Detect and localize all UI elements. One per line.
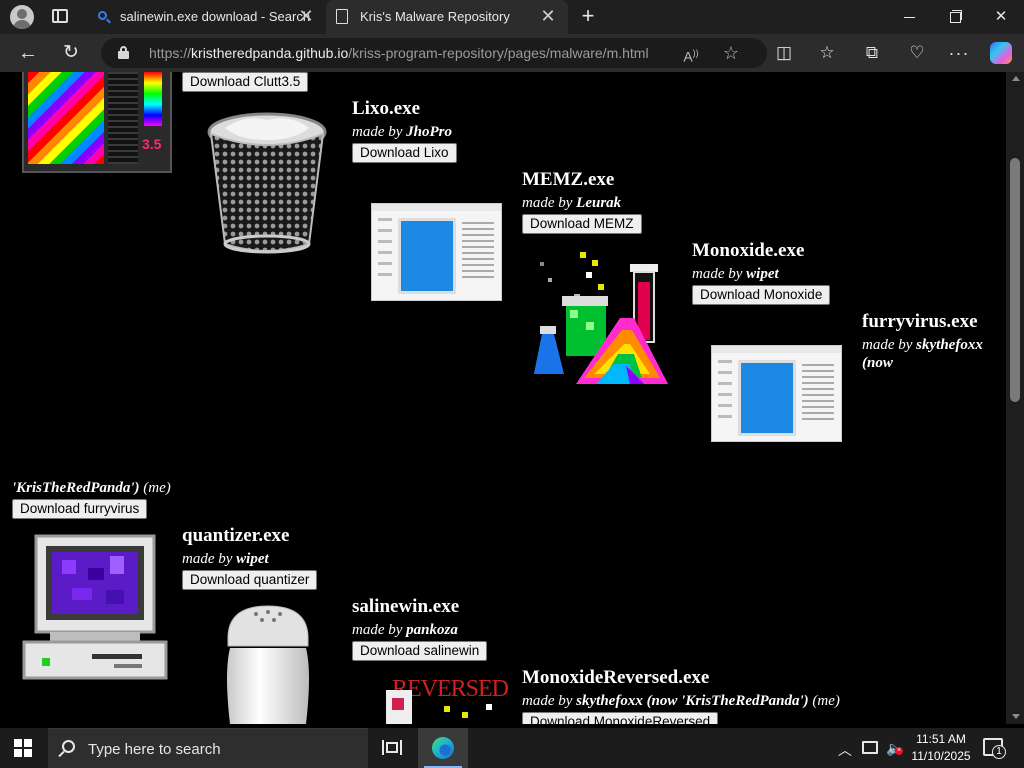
- browser-essentials-icon[interactable]: ♡: [906, 42, 928, 64]
- trash-bin-icon: [205, 110, 329, 254]
- title-bar: salinewin.exe download - Search ✕ Kris's…: [0, 0, 1024, 34]
- entry-author-salinewin: made by pankoza: [352, 622, 458, 638]
- entry-author-monoxidereversed: made by skythefoxx (now 'KrisTheRedPanda…: [522, 693, 840, 709]
- restore-button[interactable]: [932, 0, 978, 34]
- entry-title-salinewin: salinewin.exe: [352, 596, 460, 617]
- download-monoxide-button[interactable]: Download Monoxide: [692, 285, 831, 305]
- system-clock[interactable]: 11:51 AM 11/10/2025: [906, 731, 976, 765]
- entry-title-memz: MEMZ.exe: [522, 169, 615, 190]
- entry-title-furryvirus: furryvirus.exe: [862, 311, 978, 332]
- download-furryvirus-button[interactable]: Download furryvirus: [12, 499, 148, 519]
- taskbar-search-placeholder: Type here to search: [88, 741, 221, 758]
- show-hidden-icons-chevron-icon[interactable]: ︿: [838, 740, 852, 760]
- entry-author-furryvirus-note-wrap: 'KrisTheRedPanda') (me): [12, 480, 171, 496]
- scroll-up-arrow-icon[interactable]: [1012, 76, 1020, 81]
- monoxide-flasks-icon: [534, 248, 670, 392]
- more-options-icon[interactable]: ···: [948, 42, 970, 64]
- network-icon[interactable]: [862, 741, 878, 754]
- scroll-thumb[interactable]: [1010, 158, 1020, 402]
- tab-search[interactable]: salinewin.exe download - Search ✕: [86, 0, 326, 34]
- notification-count-badge: 1: [992, 745, 1006, 759]
- download-monoxidereversed-button[interactable]: Download MonoxideReversed: [522, 712, 719, 724]
- search-icon: [98, 11, 107, 20]
- windows-start-icon[interactable]: [14, 739, 32, 757]
- tab-title: Kris's Malware Repository: [360, 9, 510, 24]
- taskbar: Type here to search ︿ 🔈 × 11:51 AM 11/10…: [0, 728, 1024, 768]
- memz-window-icon: [371, 203, 502, 301]
- computer-icon: [22, 534, 168, 680]
- entry-author-furryvirus-note: (now: [862, 355, 893, 371]
- entry-title-monoxidereversed: MonoxideReversed.exe: [522, 667, 710, 688]
- page-icon: [336, 9, 348, 24]
- back-arrow-icon[interactable]: ←: [16, 41, 40, 65]
- close-window-button[interactable]: ✕: [978, 0, 1024, 34]
- tab-actions-icon[interactable]: [50, 7, 70, 27]
- browser-toolbar: ← ↻ https://kristheredpanda.github.io/kr…: [0, 34, 1024, 72]
- download-salinewin-button[interactable]: Download salinewin: [352, 641, 488, 661]
- copilot-icon[interactable]: [990, 42, 1012, 64]
- tab-malware-repository[interactable]: Kris's Malware Repository ✕: [326, 0, 568, 34]
- download-lixo-button[interactable]: Download Lixo: [352, 143, 457, 163]
- entry-title-lixo: Lixo.exe: [352, 98, 421, 119]
- task-view-icon[interactable]: [382, 739, 402, 757]
- close-tab-icon[interactable]: ✕: [538, 6, 558, 26]
- minimize-button[interactable]: [886, 0, 932, 34]
- download-memz-button[interactable]: Download MEMZ: [522, 214, 642, 234]
- entry-author-memz: made by Leurak: [522, 195, 622, 211]
- entry-author-quantizer: made by wipet: [182, 551, 269, 567]
- scroll-down-arrow-icon[interactable]: [1012, 714, 1020, 719]
- close-tab-icon[interactable]: ✕: [296, 6, 316, 26]
- taskbar-edge-button[interactable]: [418, 728, 468, 768]
- split-screen-icon[interactable]: ◫: [773, 42, 795, 64]
- entry-title-quantizer: quantizer.exe: [182, 525, 290, 546]
- clock-time: 11:51 AM: [916, 732, 966, 746]
- profile-avatar-icon[interactable]: [10, 5, 34, 29]
- entry-author-lixo: made by JhoPro: [352, 124, 452, 140]
- download-quantizer-button[interactable]: Download quantizer: [182, 570, 318, 590]
- clutt-version-badge: 3.5: [142, 136, 162, 152]
- url-text[interactable]: https://kristheredpanda.github.io/kriss-…: [149, 45, 649, 61]
- new-tab-plus-icon[interactable]: +: [577, 5, 599, 27]
- read-aloud-icon[interactable]: A)): [681, 43, 701, 65]
- monoxide-reversed-icon: REVERSED: [382, 676, 512, 724]
- page-content: 3.5 Download Clutt3.5 Lixo.exe made by J…: [0, 72, 1024, 724]
- edge-browser-icon: [432, 737, 454, 759]
- entry-author-monoxide: made by wipet: [692, 266, 779, 282]
- clock-date: 11/10/2025: [911, 749, 971, 763]
- collections-icon[interactable]: ⧉: [861, 42, 883, 64]
- lock-icon[interactable]: [118, 46, 129, 59]
- page-scrollbar[interactable]: [1005, 72, 1024, 724]
- address-bar[interactable]: https://kristheredpanda.github.io/kriss-…: [101, 38, 767, 68]
- search-icon: [62, 740, 75, 753]
- furryvirus-window-icon: [711, 345, 842, 442]
- salt-shaker-icon: [222, 602, 314, 724]
- entry-title-monoxide: Monoxide.exe: [692, 240, 805, 261]
- volume-muted-badge-icon: ×: [895, 747, 903, 755]
- tab-title: salinewin.exe download - Search: [120, 9, 311, 24]
- download-clutt-button[interactable]: Download Clutt3.5: [182, 72, 309, 92]
- favorites-icon[interactable]: ☆: [816, 42, 838, 64]
- entry-author-furryvirus: made by skythefoxx: [862, 337, 983, 353]
- favorite-star-icon[interactable]: ☆: [721, 43, 741, 63]
- clutt-icon: 3.5: [22, 72, 172, 173]
- taskbar-search-box[interactable]: Type here to search: [48, 728, 368, 768]
- refresh-icon[interactable]: ↻: [59, 41, 83, 65]
